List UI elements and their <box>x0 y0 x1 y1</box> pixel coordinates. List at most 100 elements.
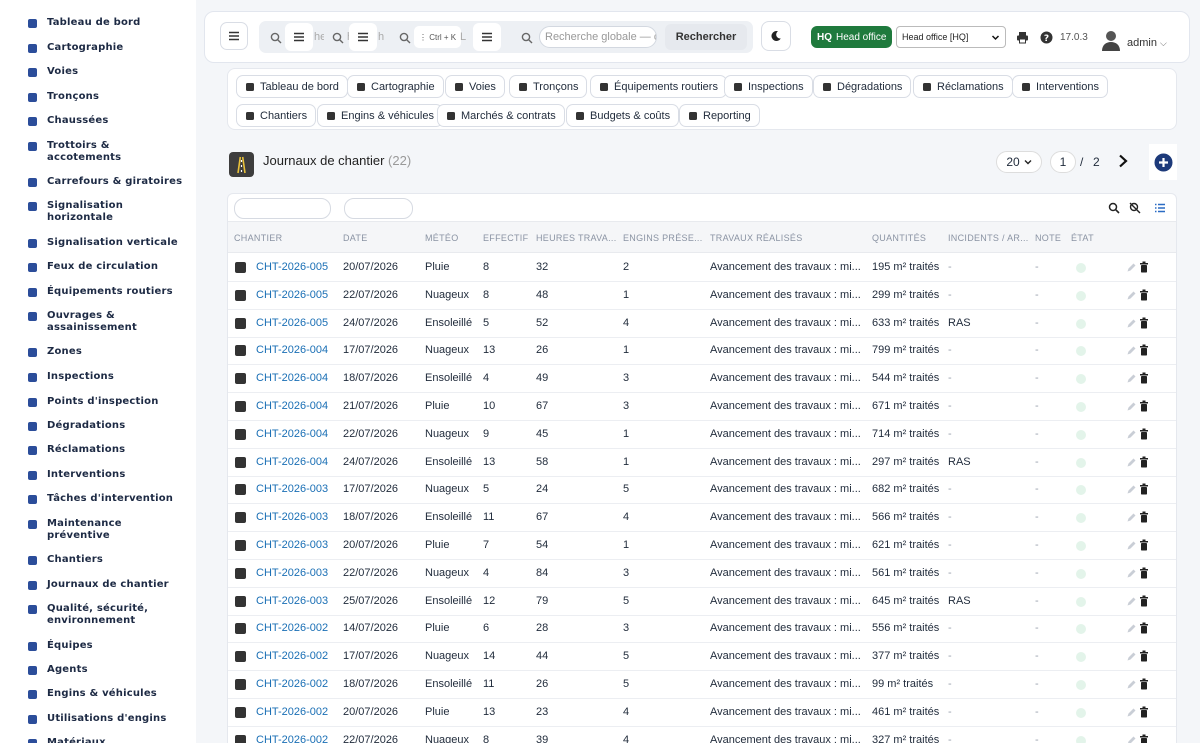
worksite-link[interactable]: CHT-2026-003 <box>256 483 328 495</box>
edit-icon[interactable] <box>1126 650 1136 662</box>
worksite-link[interactable]: CHT-2026-004 <box>256 400 328 412</box>
delete-icon[interactable] <box>1139 261 1149 273</box>
table-row[interactable]: CHT-2026-005 22/07/2026 Nuageux 8 48 1 Avancem… <box>228 282 1176 310</box>
worksite-link[interactable]: CHT-2026-002 <box>256 650 328 662</box>
delete-icon[interactable] <box>1139 622 1149 634</box>
column-header-4[interactable]: EFFECTIF <box>483 233 528 243</box>
table-row[interactable]: CHT-2026-002 18/07/2026 Ensoleillé 11 26 5 Ava… <box>228 671 1176 699</box>
column-header-2[interactable]: DATE <box>343 233 368 243</box>
worksite-link[interactable]: CHT-2026-002 <box>256 678 328 690</box>
table-row[interactable]: CHT-2026-003 25/07/2026 Ensoleillé 12 79 5 Ava… <box>228 588 1176 616</box>
delete-icon[interactable] <box>1139 678 1149 690</box>
search-stub-4[interactable]: L <box>460 31 466 43</box>
edit-icon[interactable] <box>1126 622 1136 634</box>
table-row[interactable]: CHT-2026-003 22/07/2026 Nuageux 4 84 3 Avancem… <box>228 560 1176 588</box>
module-chip-12[interactable]: Marchés & contrats <box>437 104 565 127</box>
column-header-8[interactable]: QUANTITÉS <box>872 233 926 243</box>
worksite-link[interactable]: CHT-2026-003 <box>256 539 328 551</box>
delete-icon[interactable] <box>1139 511 1149 523</box>
filter-menu-button-2[interactable] <box>349 23 377 51</box>
list-view-icon[interactable] <box>1154 202 1166 214</box>
table-row[interactable]: CHT-2026-002 20/07/2026 Pluie 13 23 4 Avanceme… <box>228 699 1176 727</box>
edit-icon[interactable] <box>1126 539 1136 551</box>
sidebar-item-17[interactable]: Réclamations <box>27 444 192 456</box>
column-filter-date[interactable] <box>344 198 413 219</box>
table-row[interactable]: CHT-2026-002 22/07/2026 Nuageux 8 39 4 Avancem… <box>228 727 1176 743</box>
sidebar-item-12[interactable]: Ouvrages & assainissement <box>27 310 192 334</box>
sidebar-item-9[interactable]: Signalisation verticale <box>27 237 192 249</box>
module-chip-10[interactable]: Chantiers <box>236 104 317 127</box>
global-search-input[interactable]: Recherche globale — cl <box>539 26 657 48</box>
table-row[interactable]: CHT-2026-004 22/07/2026 Nuageux 9 45 1 Avancem… <box>228 421 1176 449</box>
sidebar-item-26[interactable]: Engins & véhicules <box>27 688 192 700</box>
module-chip-9[interactable]: Interventions <box>1012 75 1108 98</box>
delete-icon[interactable] <box>1139 428 1149 440</box>
delete-icon[interactable] <box>1139 456 1149 468</box>
sidebar-item-24[interactable]: Équipes <box>27 640 192 652</box>
worksite-link[interactable]: CHT-2026-002 <box>256 734 328 743</box>
edit-icon[interactable] <box>1126 595 1136 607</box>
sidebar-item-5[interactable]: Chaussées <box>27 115 192 127</box>
sidebar-item-19[interactable]: Tâches d'intervention <box>27 493 192 505</box>
worksite-link[interactable]: CHT-2026-002 <box>256 706 328 718</box>
sidebar-item-4[interactable]: Tronçons <box>27 91 192 103</box>
module-chip-13[interactable]: Budgets & coûts <box>566 104 680 127</box>
edit-icon[interactable] <box>1126 261 1136 273</box>
edit-icon[interactable] <box>1126 483 1136 495</box>
delete-icon[interactable] <box>1139 483 1149 495</box>
worksite-link[interactable]: CHT-2026-005 <box>256 261 328 273</box>
office-select[interactable]: Head office [HQ] <box>896 26 1006 48</box>
worksite-link[interactable]: CHT-2026-003 <box>256 595 328 607</box>
edit-icon[interactable] <box>1126 317 1136 329</box>
filter-menu-button-1[interactable] <box>285 23 313 51</box>
filter-menu-button-3[interactable] <box>473 23 501 51</box>
column-header-10[interactable]: NOTE <box>1035 233 1061 243</box>
sidebar-item-1[interactable]: Tableau de bord <box>27 17 192 29</box>
column-header-7[interactable]: TRAVAUX RÉALISÉS <box>710 233 803 243</box>
column-header-5[interactable]: HEURES TRAVA... <box>536 233 617 243</box>
module-chip-14[interactable]: Reporting <box>679 104 760 127</box>
delete-icon[interactable] <box>1139 595 1149 607</box>
sidebar-item-8[interactable]: Signalisation horizontale <box>27 200 192 224</box>
edit-icon[interactable] <box>1126 400 1136 412</box>
column-header-11[interactable]: ÉTAT <box>1071 233 1094 243</box>
delete-icon[interactable] <box>1139 650 1149 662</box>
module-chip-6[interactable]: Inspections <box>724 75 813 98</box>
user-menu[interactable]: admin ⌵ <box>1127 37 1167 49</box>
avatar[interactable] <box>1100 29 1122 51</box>
theme-toggle-button[interactable] <box>761 21 791 51</box>
sidebar-item-23[interactable]: Qualité, sécurité, environnement <box>27 603 192 627</box>
worksite-link[interactable]: CHT-2026-004 <box>256 456 328 468</box>
module-chip-5[interactable]: Équipements routiers <box>590 75 727 98</box>
sidebar-item-2[interactable]: Cartographie <box>27 42 192 54</box>
worksite-link[interactable]: CHT-2026-004 <box>256 372 328 384</box>
edit-icon[interactable] <box>1126 456 1136 468</box>
per-page-select[interactable]: 20 <box>996 151 1042 173</box>
sidebar-item-11[interactable]: Équipements routiers <box>27 286 192 298</box>
worksite-link[interactable]: CHT-2026-005 <box>256 317 328 329</box>
worksite-link[interactable]: CHT-2026-004 <box>256 428 328 440</box>
delete-icon[interactable] <box>1139 734 1149 743</box>
delete-icon[interactable] <box>1139 289 1149 301</box>
sidebar-item-13[interactable]: Zones <box>27 346 192 358</box>
search-stub-3[interactable]: he <box>378 31 384 43</box>
menu-toggle-button[interactable] <box>220 22 248 50</box>
table-row[interactable]: CHT-2026-004 18/07/2026 Ensoleillé 4 49 3 Avan… <box>228 365 1176 394</box>
edit-icon[interactable] <box>1126 567 1136 579</box>
search-button[interactable]: Rechercher <box>665 24 747 50</box>
table-row[interactable]: CHT-2026-002 14/07/2026 Pluie 6 28 3 Avancemen… <box>228 615 1176 644</box>
worksite-link[interactable]: CHT-2026-003 <box>256 511 328 523</box>
sidebar-item-25[interactable]: Agents <box>27 664 192 676</box>
sidebar-item-14[interactable]: Inspections <box>27 371 192 383</box>
sidebar-item-28[interactable]: Matériaux <box>27 737 192 743</box>
delete-icon[interactable] <box>1139 400 1149 412</box>
table-row[interactable]: CHT-2026-005 20/07/2026 Pluie 8 32 2 Avancemen… <box>228 254 1176 282</box>
edit-icon[interactable] <box>1126 289 1136 301</box>
worksite-link[interactable]: CHT-2026-002 <box>256 622 328 634</box>
column-header-9[interactable]: INCIDENTS / AR... <box>948 233 1029 243</box>
delete-icon[interactable] <box>1139 567 1149 579</box>
module-chip-7[interactable]: Dégradations <box>813 75 912 98</box>
delete-icon[interactable] <box>1139 317 1149 329</box>
sidebar-item-21[interactable]: Chantiers <box>27 554 192 566</box>
sidebar-item-22[interactable]: Journaux de chantier <box>27 579 192 591</box>
